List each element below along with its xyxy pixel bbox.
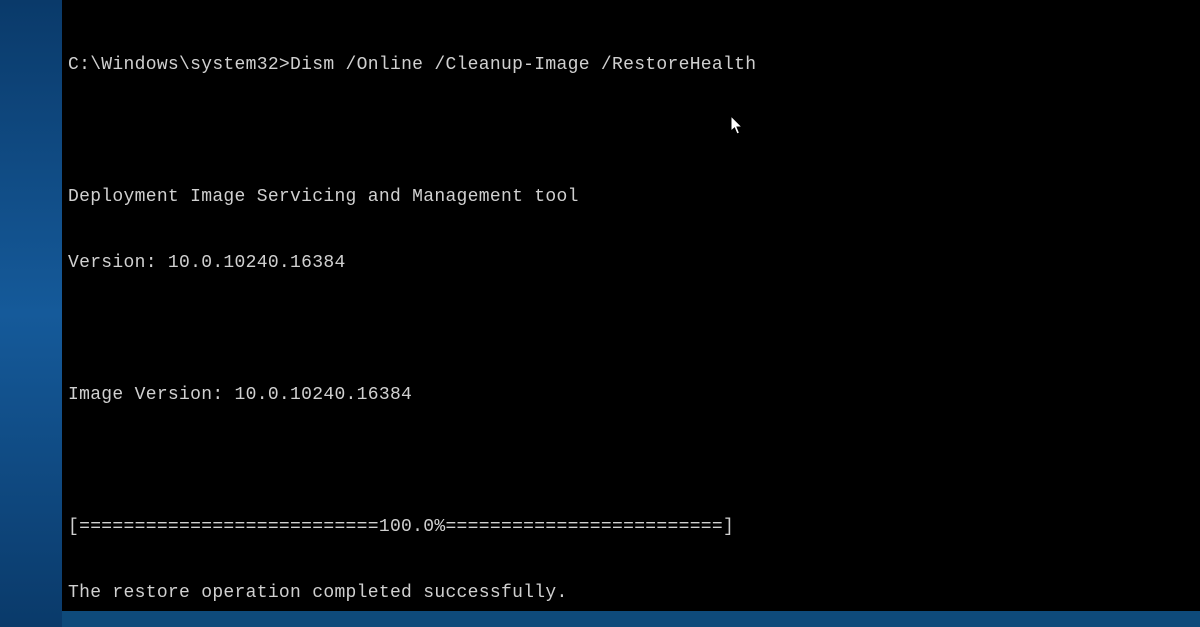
progress-bar: [===========================100.0%======… bbox=[68, 516, 1194, 538]
empty-line bbox=[68, 450, 1194, 472]
output-image-version: Image Version: 10.0.10240.16384 bbox=[68, 384, 1194, 406]
command-prompt-window[interactable]: C:\Windows\system32>Dism /Online /Cleanu… bbox=[62, 0, 1200, 627]
empty-line bbox=[68, 318, 1194, 340]
output-version: Version: 10.0.10240.16384 bbox=[68, 252, 1194, 274]
command-line-1: C:\Windows\system32>Dism /Online /Cleanu… bbox=[68, 54, 1194, 76]
command-text: Dism /Online /Cleanup-Image /RestoreHeal… bbox=[290, 55, 756, 75]
output-tool-name: Deployment Image Servicing and Managemen… bbox=[68, 186, 1194, 208]
restore-success-message: The restore operation completed successf… bbox=[68, 582, 1194, 604]
empty-line bbox=[68, 120, 1194, 142]
prompt: C:\Windows\system32> bbox=[68, 55, 290, 75]
window-border-bottom bbox=[62, 611, 1200, 627]
terminal-output[interactable]: C:\Windows\system32>Dism /Online /Cleanu… bbox=[68, 10, 1194, 627]
